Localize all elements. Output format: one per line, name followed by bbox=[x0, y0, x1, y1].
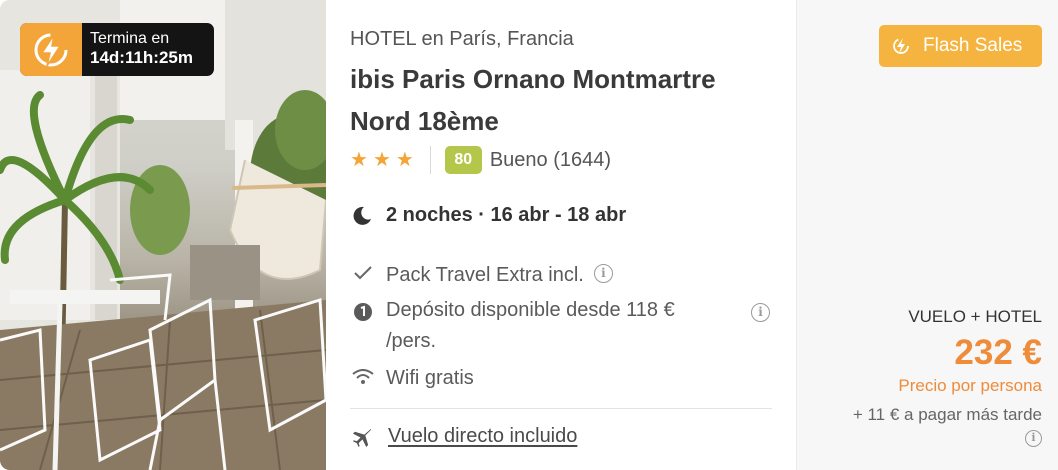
direct-flight-link[interactable]: Vuelo directo incluido bbox=[388, 425, 577, 448]
feature-wifi: Wifi gratis bbox=[352, 367, 474, 390]
deposit-icon bbox=[352, 300, 374, 322]
flash-sales-label: Flash Sales bbox=[923, 35, 1023, 56]
package-type: VUELO + HOTEL bbox=[908, 307, 1042, 326]
info-icon[interactable]: i bbox=[1025, 430, 1042, 447]
hotel-location: HOTEL en París, Francia bbox=[350, 28, 574, 50]
extra-fee: + 11 € a pagar más tarde i bbox=[842, 404, 1042, 448]
feature-deposit-text: Depósito disponible desde 118 € /pers. bbox=[386, 299, 675, 352]
moon-icon bbox=[353, 206, 371, 225]
plane-icon bbox=[352, 428, 371, 447]
stay-nights: 2 noches · 16 abr - 18 abr bbox=[386, 204, 627, 226]
feature-deposit: Depósito disponible desde 118 € /pers. i bbox=[352, 299, 772, 357]
divider bbox=[429, 146, 431, 174]
hotel-name[interactable]: ibis Paris Ornano Montmartre Nord 18ème bbox=[350, 58, 775, 142]
hotel-info: HOTEL en París, Francia ibis Paris Ornan… bbox=[350, 0, 775, 470]
feature-pack: Pack Travel Extra incl. i bbox=[352, 264, 613, 287]
countdown-value: 14d:11h:25m bbox=[90, 48, 193, 67]
star-icon: ★ bbox=[395, 149, 414, 171]
info-icon[interactable]: i bbox=[751, 303, 770, 322]
feature-wifi-text: Wifi gratis bbox=[386, 367, 474, 389]
hotel-card[interactable]: Termina en 14d:11h:25m HOTEL en París, F… bbox=[0, 0, 1058, 470]
flash-sales-badge[interactable]: Flash Sales bbox=[879, 25, 1042, 67]
check-icon bbox=[352, 264, 374, 280]
divider bbox=[350, 408, 772, 409]
price-per-person: Precio por persona bbox=[898, 376, 1042, 395]
feature-pack-text: Pack Travel Extra incl. bbox=[386, 264, 584, 286]
info-icon[interactable]: i bbox=[593, 264, 613, 283]
countdown-badge: Termina en 14d:11h:25m bbox=[20, 23, 214, 76]
star-icon: ★ bbox=[372, 149, 391, 171]
stay-dates: 2 noches · 16 abr - 18 abr bbox=[352, 204, 626, 227]
flight-row: Vuelo directo incluido bbox=[352, 425, 577, 448]
price-amount: 232 € bbox=[954, 333, 1042, 372]
star-rating: ★ ★ ★ bbox=[350, 150, 414, 170]
price-panel: Flash Sales VUELO + HOTEL 232 € Precio p… bbox=[796, 0, 1058, 470]
extra-fee-text: + 11 € a pagar más tarde bbox=[852, 405, 1042, 424]
countdown-label: Termina en bbox=[90, 30, 170, 47]
star-icon: ★ bbox=[350, 149, 368, 171]
lightning-icon bbox=[20, 23, 82, 76]
review-score-badge: 80 bbox=[444, 146, 482, 174]
flash-icon bbox=[893, 38, 909, 54]
hotel-photo[interactable]: Termina en 14d:11h:25m bbox=[0, 0, 326, 470]
review-score-text[interactable]: Bueno (1644) bbox=[490, 149, 611, 172]
wifi-icon bbox=[352, 367, 374, 385]
rating-row: ★ ★ ★ 80 Bueno (1644) bbox=[350, 145, 611, 175]
